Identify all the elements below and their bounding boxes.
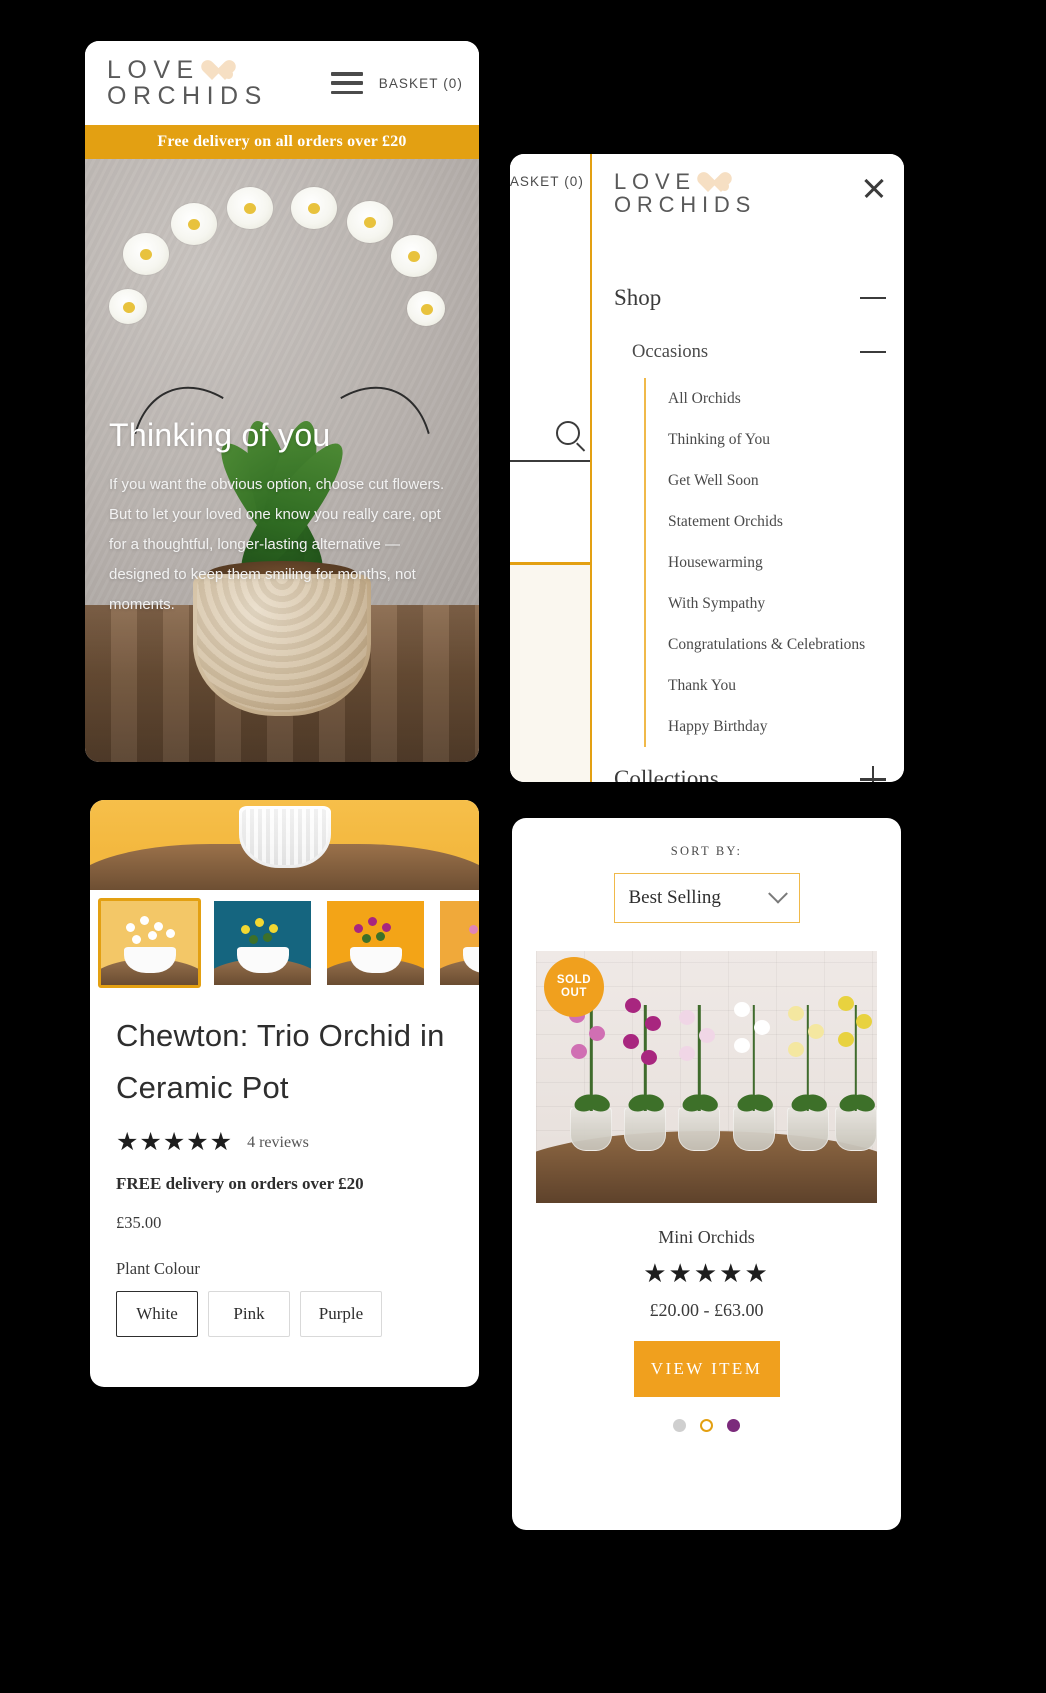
search-field-behind[interactable] (510, 406, 590, 462)
carousel-dot-3[interactable] (727, 1419, 740, 1432)
hero-title: Thinking of you (109, 417, 331, 453)
drawer-logo-line1: LOVE (614, 169, 696, 194)
menu-section-occasions[interactable]: Occasions (592, 326, 904, 378)
carousel-dots (673, 1419, 740, 1432)
review-count[interactable]: 4 reviews (247, 1134, 309, 1152)
menu-item-get-well-soon[interactable]: Get Well Soon (668, 460, 904, 501)
product-rating: ★★★★★ 4 reviews (116, 1130, 453, 1155)
heart-icon (702, 171, 730, 193)
plant-colour-options: White Pink Purple (116, 1291, 453, 1337)
option-purple[interactable]: Purple (300, 1291, 382, 1337)
header-actions: BASKET (0) (330, 72, 463, 94)
menu-drawer-panel: ASKET (0) LOVE ORCHIDS Shop Occasions Al… (510, 154, 904, 782)
thumb-white-orchid[interactable] (98, 898, 201, 988)
orchid-group (556, 981, 877, 1151)
thumb-yellow-orchid[interactable] (211, 898, 314, 988)
menu-item-all-orchids[interactable]: All Orchids (668, 378, 904, 419)
logo-text-line1: LOVE (107, 55, 200, 84)
hero-copy: If you want the obvious option, choose c… (109, 476, 445, 613)
sort-by-label: SORT BY: (670, 844, 743, 858)
product-card-name[interactable]: Mini Orchids (658, 1227, 755, 1248)
drawer-logo[interactable]: LOVE ORCHIDS (614, 170, 756, 216)
chevron-down-icon (767, 883, 788, 904)
menu-section-shop[interactable]: Shop (592, 270, 904, 326)
thumb-purple-orchid[interactable] (324, 898, 427, 988)
option-white[interactable]: White (116, 1291, 198, 1337)
menu-item-housewarming[interactable]: Housewarming (668, 542, 904, 583)
promo-banner: Free delivery on all orders over £20 (85, 125, 479, 159)
sort-by-value: Best Selling (628, 887, 721, 908)
product-price: £35.00 (116, 1213, 162, 1232)
option-pink[interactable]: Pink (208, 1291, 290, 1337)
product-card-image[interactable]: SOLD OUT (536, 951, 877, 1203)
product-card-stars: ★★★★★ (643, 1258, 770, 1288)
menu-item-thank-you[interactable]: Thank You (668, 665, 904, 706)
menu-section-collections[interactable]: Collections (592, 751, 904, 782)
product-card-price: £20.00 - £63.00 (649, 1300, 764, 1320)
site-logo[interactable]: LOVE ORCHIDS (107, 55, 268, 110)
rating-stars: ★★★★★ (116, 1128, 234, 1156)
product-detail-panel: Chewton: Trio Orchid in Ceramic Pot ★★★★… (90, 800, 479, 1387)
hero-overlay: Thinking of you If you want the obvious … (85, 159, 479, 762)
cream-section (510, 565, 590, 782)
thumb-pink-orchid[interactable] (437, 898, 479, 988)
sort-by-select[interactable]: Best Selling (613, 873, 800, 923)
free-delivery-note: FREE delivery on orders over £20 (116, 1174, 364, 1193)
page-behind-drawer: ASKET (0) (510, 154, 590, 782)
minus-icon[interactable] (860, 350, 886, 354)
hamburger-icon[interactable] (330, 72, 363, 94)
carousel-dot-1[interactable] (673, 1419, 686, 1432)
sold-out-badge: SOLD OUT (544, 957, 604, 1017)
menu-item-thinking-of-you[interactable]: Thinking of You (668, 419, 904, 460)
menu-drawer: LOVE ORCHIDS Shop Occasions All Orchids … (590, 154, 904, 782)
view-item-button[interactable]: VIEW ITEM (633, 1341, 780, 1397)
search-icon (556, 421, 580, 445)
product-info: Chewton: Trio Orchid in Ceramic Pot ★★★★… (90, 988, 479, 1337)
menu-section-collections-label: Collections (614, 766, 719, 782)
menu-item-with-sympathy[interactable]: With Sympathy (668, 583, 904, 624)
sold-out-line2: OUT (560, 987, 588, 999)
occasions-list: All Orchids Thinking of You Get Well Soo… (644, 378, 904, 748)
close-icon[interactable] (860, 174, 888, 202)
product-thumbnail-strip (90, 890, 479, 988)
basket-link[interactable]: BASKET (0) (379, 76, 463, 91)
product-title: Chewton: Trio Orchid in Ceramic Pot (116, 1018, 445, 1105)
carousel-dot-2[interactable] (700, 1419, 713, 1432)
basket-link-behind[interactable]: ASKET (0) (510, 174, 584, 189)
drawer-logo-line2: ORCHIDS (614, 192, 757, 218)
logo-text-line2: ORCHIDS (107, 82, 268, 110)
home-page-panel: LOVE ORCHIDS BASKET (0) Free delivery on… (85, 41, 479, 762)
drawer-header: LOVE ORCHIDS (592, 154, 904, 216)
site-header: LOVE ORCHIDS BASKET (0) (85, 41, 479, 125)
screenshot-stage: LOVE ORCHIDS BASKET (0) Free delivery on… (0, 0, 1046, 1693)
hero-section: Thinking of you If you want the obvious … (85, 159, 479, 762)
option-label-plant-colour: Plant Colour (116, 1259, 200, 1278)
product-main-image[interactable] (90, 800, 479, 890)
menu-item-happy-birthday[interactable]: Happy Birthday (668, 706, 904, 747)
menu-section-occasions-label: Occasions (632, 341, 709, 362)
menu-item-statement-orchids[interactable]: Statement Orchids (668, 501, 904, 542)
menu-section-shop-label: Shop (614, 285, 662, 311)
heart-icon (206, 59, 234, 81)
sold-out-line1: SOLD (556, 974, 592, 986)
menu-item-congratulations[interactable]: Congratulations & Celebrations (668, 624, 904, 665)
collection-page-panel: SORT BY: Best Selling SOLD OUT Mini Orch… (512, 818, 901, 1530)
plus-icon[interactable] (860, 766, 886, 782)
minus-icon[interactable] (860, 296, 886, 300)
